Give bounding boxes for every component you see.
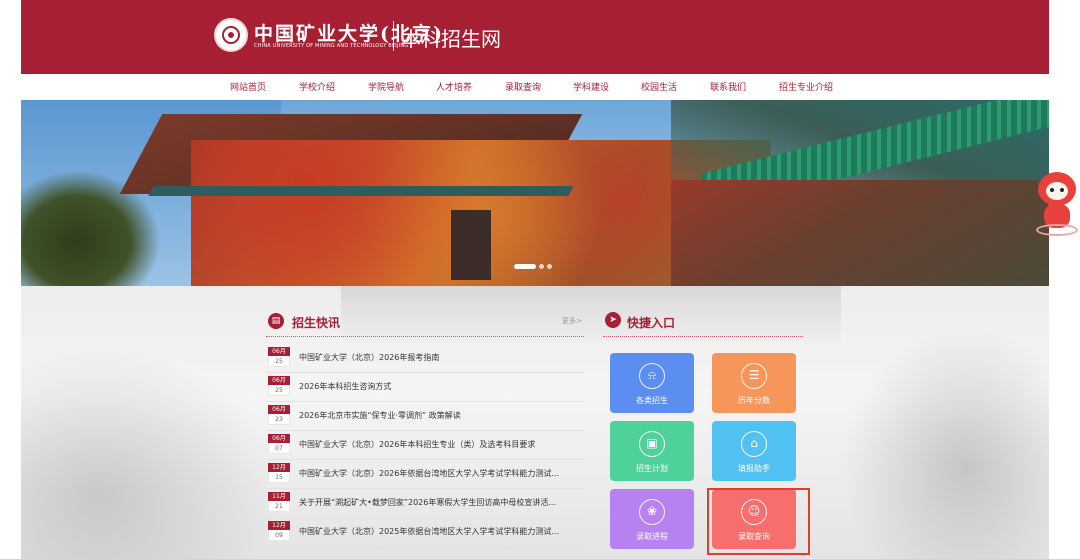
university-emblem-icon[interactable]: [214, 18, 248, 52]
hero-banner[interactable]: [21, 100, 1049, 286]
news-item-title[interactable]: 中国矿业大学（北京）2026年报考指南: [299, 352, 581, 363]
quick-tile-3[interactable]: ⌂ 填报助手: [712, 421, 796, 481]
news-item[interactable]: 06月 23 2026年北京市实施“保专业·零调剂” 政策解读: [266, 403, 584, 431]
nav-item-5[interactable]: 学科建设: [573, 80, 609, 93]
logo-divider: [393, 21, 394, 51]
news-section-icon: ▤: [268, 313, 284, 329]
news-date-day: 25: [268, 356, 290, 367]
news-item-title[interactable]: 关于开展“溯起矿大•载梦回家”2026年寒假大学生回访高中母校宣讲活...: [299, 497, 581, 508]
nav-item-6[interactable]: 校园生活: [641, 80, 677, 93]
university-name-en: CHINA UNIVERSITY OF MINING AND TECHNOLOG…: [254, 43, 409, 49]
news-item-title[interactable]: 中国矿业大学（北京）2025年依据台湾地区大学入学考试学科能力测试...: [299, 526, 581, 537]
carousel-dot-1[interactable]: [514, 264, 536, 269]
quick-tile-4[interactable]: ❀ 录取进程: [610, 489, 694, 549]
background-ghost-r: [841, 326, 1049, 559]
quick-tile-2[interactable]: ▣ 招生计划: [610, 421, 694, 481]
banner-right-ivy: [671, 180, 1049, 286]
banner-window: [451, 210, 491, 280]
news-date-month: 11月: [268, 492, 290, 501]
news-date-day: 23: [268, 414, 290, 425]
news-item[interactable]: 11月 21 关于开展“溯起矿大•载梦回家”2026年寒假大学生回访高中母校宣讲活.…: [266, 490, 584, 518]
news-section-title: 招生快讯: [292, 316, 341, 330]
mascot-eye2: [1060, 188, 1064, 192]
news-date-badge: 06月 25: [268, 376, 290, 396]
site-header: 中国矿业大学(北京) CHINA UNIVERSITY OF MINING AN…: [21, 0, 1049, 74]
nav-item-1[interactable]: 学校介绍: [299, 80, 335, 93]
page: 中国矿业大学(北京) CHINA UNIVERSITY OF MINING AN…: [0, 0, 1080, 559]
highlight-box: [707, 488, 810, 555]
news-item-title[interactable]: 2026年本科招生咨询方式: [299, 381, 581, 392]
quick-tile-label: 招生计划: [636, 464, 668, 473]
quick-tile-0[interactable]: ⍾ 各类招生: [610, 353, 694, 413]
news-date-badge: 12月 15: [268, 463, 290, 483]
news-item[interactable]: 06月 25 2026年本科招生咨询方式: [266, 374, 584, 402]
nav-item-8[interactable]: 招生专业介绍: [779, 80, 833, 93]
building-icon: ⌂: [741, 431, 767, 457]
news-more-link[interactable]: 更多>: [562, 316, 582, 326]
mascot-eye1: [1050, 188, 1054, 192]
news-date-day: 15: [268, 472, 290, 483]
news-date-day: 21: [268, 501, 290, 512]
mascot-base: [1036, 224, 1078, 236]
news-date-badge: 06月 07: [268, 434, 290, 454]
news-date-day: 07: [268, 443, 290, 454]
nav-item-2[interactable]: 学院导航: [368, 80, 404, 93]
clipboard-icon: ☰: [741, 363, 767, 389]
news-date-month: 06月: [268, 376, 290, 385]
news-date-badge: 12月 09: [268, 521, 290, 541]
news-date-day: 09: [268, 530, 290, 541]
quick-tile-label: 录取进程: [636, 532, 668, 541]
paper-plane-icon: ➤: [605, 312, 621, 328]
news-title-rule: [266, 336, 584, 337]
quick-tile-label: 历年分数: [738, 396, 770, 405]
news-date-badge: 11月 21: [268, 492, 290, 512]
news-date-month: 06月: [268, 434, 290, 443]
nav-item-7[interactable]: 联系我们: [710, 80, 746, 93]
quick-tile-label: 各类招生: [636, 396, 668, 405]
news-item-title[interactable]: 2026年北京市实施“保专业·零调剂” 政策解读: [299, 410, 581, 421]
bell-icon: ⍾: [639, 363, 665, 389]
background-ghost-m: [341, 286, 841, 346]
carousel-dot-3[interactable]: [547, 264, 552, 269]
flower-icon: ❀: [639, 499, 665, 525]
news-item[interactable]: 12月 15 中国矿业大学（北京）2026年依据台湾地区大学入学考试学科能力测试..…: [266, 461, 584, 489]
news-item[interactable]: 06月 07 中国矿业大学（北京）2026年本科招生专业（类）及选考科目要求: [266, 432, 584, 460]
news-date-day: 25: [268, 385, 290, 396]
site-name[interactable]: 本科招生网: [401, 23, 501, 52]
quick-tile-label: 填报助手: [738, 464, 770, 473]
carousel-dot-2[interactable]: [539, 264, 544, 269]
nav-item-3[interactable]: 人才培养: [436, 80, 472, 93]
quick-tile-1[interactable]: ☰ 历年分数: [712, 353, 796, 413]
news-item[interactable]: 06月 25 中国矿业大学（北京）2026年报考指南: [266, 345, 584, 373]
news-date-month: 06月: [268, 347, 290, 356]
news-item-title[interactable]: 中国矿业大学（北京）2026年本科招生专业（类）及选考科目要求: [299, 439, 581, 450]
nav-item-0[interactable]: 网站首页: [230, 80, 266, 93]
nav-item-4[interactable]: 录取查询: [505, 80, 541, 93]
news-date-month: 06月: [268, 405, 290, 414]
quick-title-rule: [603, 336, 803, 337]
news-date-month: 12月: [268, 463, 290, 472]
quick-section-title: 快捷入口: [627, 316, 676, 330]
news-item[interactable]: 12月 09 中国矿业大学（北京）2025年依据台湾地区大学入学考试学科能力测试..…: [266, 519, 584, 547]
news-date-month: 12月: [268, 521, 290, 530]
news-item-title[interactable]: 中国矿业大学（北京）2026年依据台湾地区大学入学考试学科能力测试...: [299, 468, 581, 479]
banner-roof-trim: [148, 186, 574, 196]
box-icon: ▣: [639, 431, 665, 457]
news-date-badge: 06月 25: [268, 347, 290, 367]
mascot-icon[interactable]: [1034, 168, 1080, 240]
background-ghost-l: [21, 346, 281, 559]
news-date-badge: 06月 23: [268, 405, 290, 425]
